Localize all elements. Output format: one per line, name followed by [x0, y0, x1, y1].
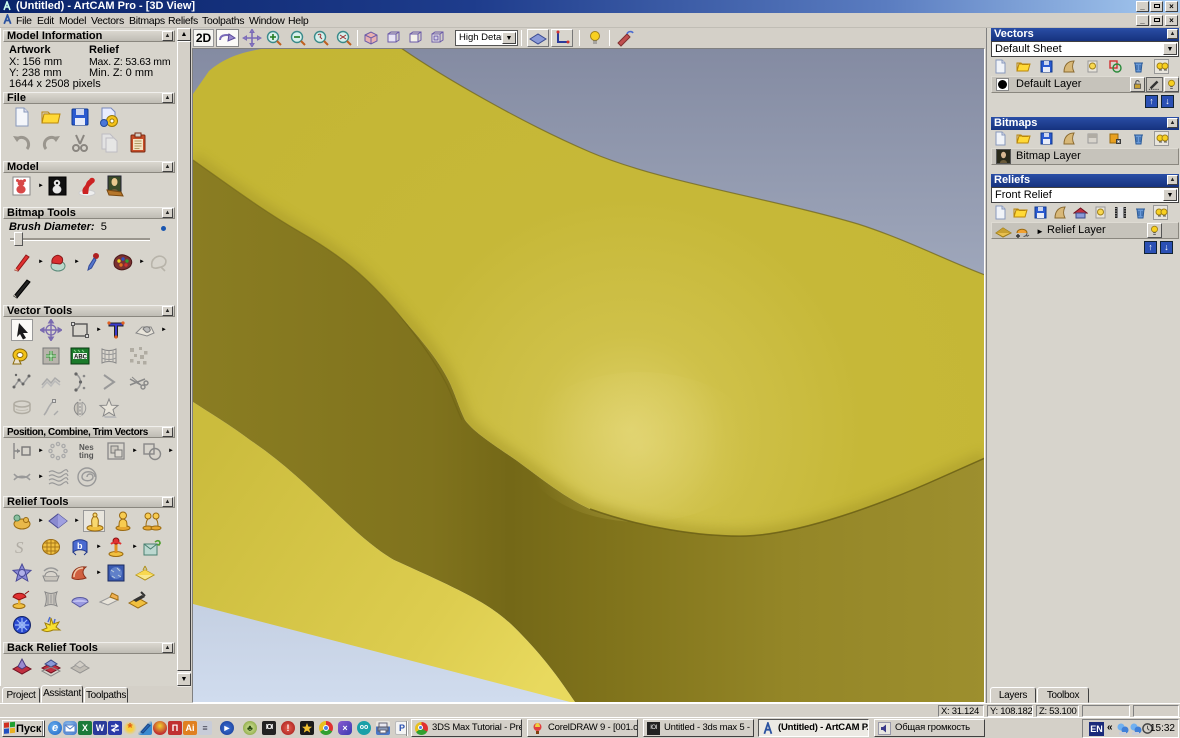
- svg-text:b: b: [77, 541, 83, 551]
- svg-text:ting: ting: [79, 451, 94, 460]
- svg-text:ABC: ABC: [74, 355, 88, 361]
- svg-text:S: S: [15, 538, 24, 557]
